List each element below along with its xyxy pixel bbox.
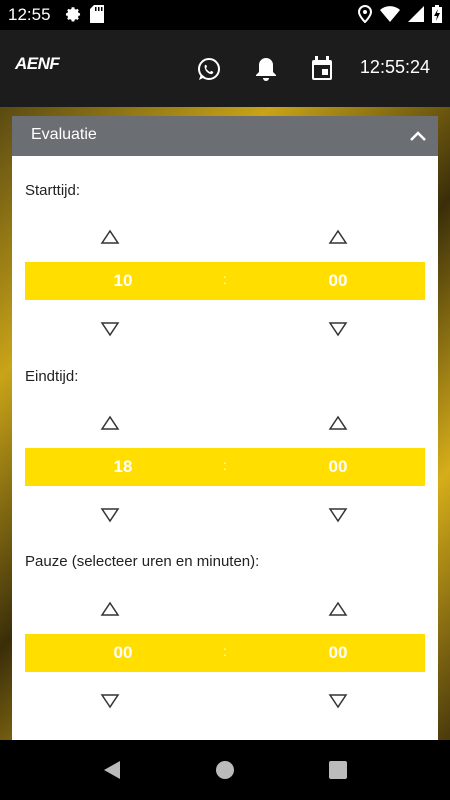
end-time-picker: 18 : 00: [25, 448, 425, 486]
signal-icon: [408, 6, 424, 27]
home-icon[interactable]: [213, 758, 237, 782]
pause-time-picker: 00 : 00: [25, 634, 425, 672]
pause-minutes-up-arrow-icon[interactable]: [327, 600, 349, 618]
app-bar: AENF 12:55:24: [0, 30, 450, 107]
bell-icon[interactable]: [252, 55, 280, 83]
pause-minutes-down-arrow-icon[interactable]: [327, 692, 349, 710]
clock-readout: 12:55:24: [359, 57, 430, 77]
time-separator: :: [223, 457, 227, 473]
start-time-label: Starttijd:: [25, 182, 81, 199]
app-logo: AENF: [15, 54, 60, 73]
start-minutes-value[interactable]: 00: [308, 271, 368, 291]
start-hours-down-arrow-icon[interactable]: [99, 320, 121, 338]
end-hours-value[interactable]: 18: [93, 457, 153, 477]
evaluation-card: Evaluatie Starttijd: 10 : 00 Eindtijd: 1…: [12, 116, 438, 740]
pause-hours-down-arrow-icon[interactable]: [99, 692, 121, 710]
pause-hours-up-arrow-icon[interactable]: [99, 600, 121, 618]
end-hours-down-arrow-icon[interactable]: [99, 506, 121, 524]
pause-hours-value[interactable]: 00: [93, 643, 153, 663]
chevron-up-icon[interactable]: [408, 126, 428, 146]
card-header[interactable]: Evaluatie: [12, 116, 438, 156]
navigation-bar: [0, 740, 450, 800]
end-hours-up-arrow-icon[interactable]: [99, 414, 121, 432]
pause-minutes-value[interactable]: 00: [308, 643, 368, 663]
wifi-icon: [380, 6, 400, 27]
location-icon: [357, 4, 373, 28]
end-minutes-value[interactable]: 00: [308, 457, 368, 477]
recents-icon[interactable]: [326, 758, 350, 782]
end-minutes-up-arrow-icon[interactable]: [327, 414, 349, 432]
start-hours-up-arrow-icon[interactable]: [99, 228, 121, 246]
battery-charging-icon: [432, 5, 442, 28]
card-title: Evaluatie: [31, 126, 97, 143]
status-time: 12:55: [8, 5, 51, 24]
back-icon[interactable]: [100, 758, 124, 782]
start-minutes-up-arrow-icon[interactable]: [327, 228, 349, 246]
end-minutes-down-arrow-icon[interactable]: [327, 506, 349, 524]
calendar-icon[interactable]: [308, 55, 336, 83]
status-bar: 12:55: [0, 0, 450, 30]
pause-label: Pauze (selecteer uren en minuten):: [25, 553, 260, 570]
start-time-picker: 10 : 00: [25, 262, 425, 300]
start-hours-value[interactable]: 10: [93, 271, 153, 291]
time-separator: :: [223, 643, 227, 659]
start-minutes-down-arrow-icon[interactable]: [327, 320, 349, 338]
sd-card-icon: [90, 5, 104, 28]
whatsapp-icon[interactable]: [195, 55, 223, 83]
end-time-label: Eindtijd:: [25, 368, 79, 385]
gear-icon: [64, 5, 82, 28]
time-separator: :: [223, 271, 227, 287]
